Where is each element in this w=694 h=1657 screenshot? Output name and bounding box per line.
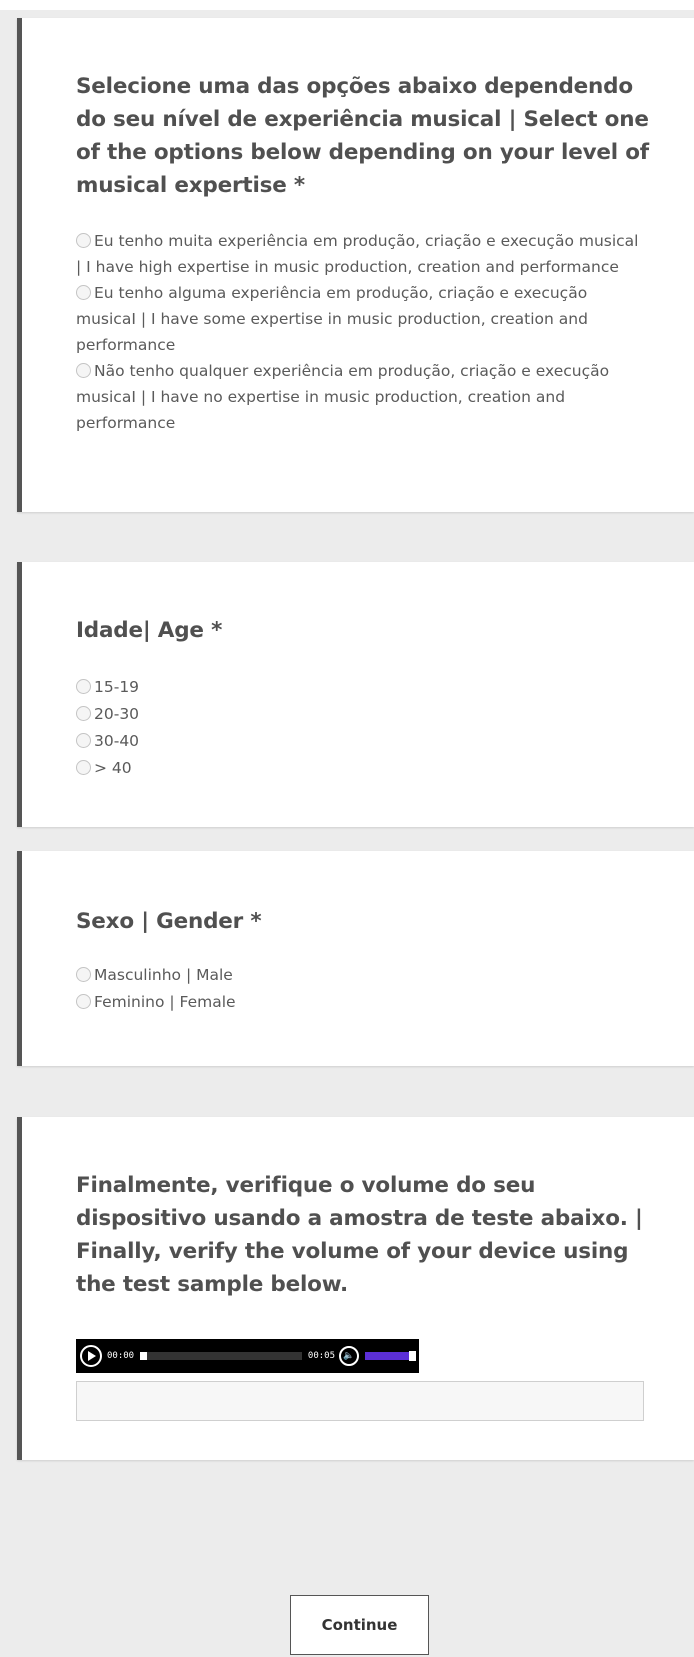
radio-group-expertise: Eu tenho muita experiência em produção, … [76, 228, 646, 436]
radio-option-label: 20-30 [94, 705, 140, 723]
play-icon [88, 1351, 96, 1361]
radio-group-age: 15-19 20-30 30-40 > 40 [76, 674, 646, 782]
radio-option-label: Masculinho | Male [94, 966, 233, 984]
question-card-expertise: Selecione uma das opções abaixo dependen… [17, 18, 694, 512]
radio-group-gender: Masculinho | Male Feminino | Female [76, 962, 646, 1016]
question-title: Sexo | Gender * [76, 909, 262, 934]
radio-option[interactable]: > 40 [76, 755, 646, 782]
radio-option[interactable]: 20-30 [76, 701, 646, 728]
radio-option-label: Eu tenho alguma experiência em produção,… [76, 284, 588, 354]
audio-player: 00:00 00:05 🔈 [76, 1339, 419, 1373]
radio-button[interactable] [76, 967, 91, 982]
radio-button[interactable] [76, 733, 91, 748]
radio-option-label: Eu tenho muita experiência em produção, … [76, 232, 639, 276]
radio-button[interactable] [76, 285, 91, 300]
radio-option[interactable]: 30-40 [76, 728, 646, 755]
radio-button[interactable] [76, 760, 91, 775]
radio-button[interactable] [76, 706, 91, 721]
progress-bar[interactable] [140, 1352, 302, 1360]
question-title: Finalmente, verifique o volume do seu di… [76, 1173, 643, 1297]
question-card-volume: Finalmente, verifique o volume do seu di… [17, 1117, 694, 1460]
question-title: Idade| Age * [76, 618, 223, 643]
radio-option[interactable]: Não tenho qualquer experiência em produç… [76, 358, 646, 436]
play-button[interactable] [80, 1345, 102, 1367]
radio-option-label: Não tenho qualquer experiência em produç… [76, 362, 610, 432]
radio-option-label: 30-40 [94, 732, 140, 750]
progress-handle[interactable] [140, 1352, 148, 1360]
text-input[interactable] [76, 1381, 644, 1421]
duration: 00:05 [307, 1351, 335, 1361]
radio-option-label: 15-19 [94, 678, 140, 696]
radio-button[interactable] [76, 363, 91, 378]
radio-option[interactable]: 15-19 [76, 674, 646, 701]
continue-button[interactable]: Continue [290, 1595, 429, 1655]
speaker-icon: 🔈 [343, 1350, 355, 1361]
question-card-gender: Sexo | Gender * Masculinho | Male Femini… [17, 851, 694, 1066]
radio-option[interactable]: Masculinho | Male [76, 962, 646, 989]
question-card-age: Idade| Age * 15-19 20-30 30-40 > 40 [17, 562, 694, 827]
volume-button[interactable]: 🔈 [339, 1346, 359, 1366]
radio-option-label: Feminino | Female [94, 993, 236, 1011]
top-strip [0, 0, 694, 10]
radio-button[interactable] [76, 994, 91, 1009]
radio-button[interactable] [76, 233, 91, 248]
volume-handle[interactable] [409, 1351, 416, 1361]
radio-option[interactable]: Feminino | Female [76, 989, 646, 1016]
radio-option-label: > 40 [94, 759, 132, 777]
volume-slider[interactable] [365, 1351, 416, 1361]
radio-button[interactable] [76, 679, 91, 694]
current-time: 00:00 [107, 1351, 135, 1361]
radio-option[interactable]: Eu tenho alguma experiência em produção,… [76, 280, 646, 358]
question-title: Selecione uma das opções abaixo dependen… [76, 74, 649, 198]
radio-option[interactable]: Eu tenho muita experiência em produção, … [76, 228, 646, 280]
